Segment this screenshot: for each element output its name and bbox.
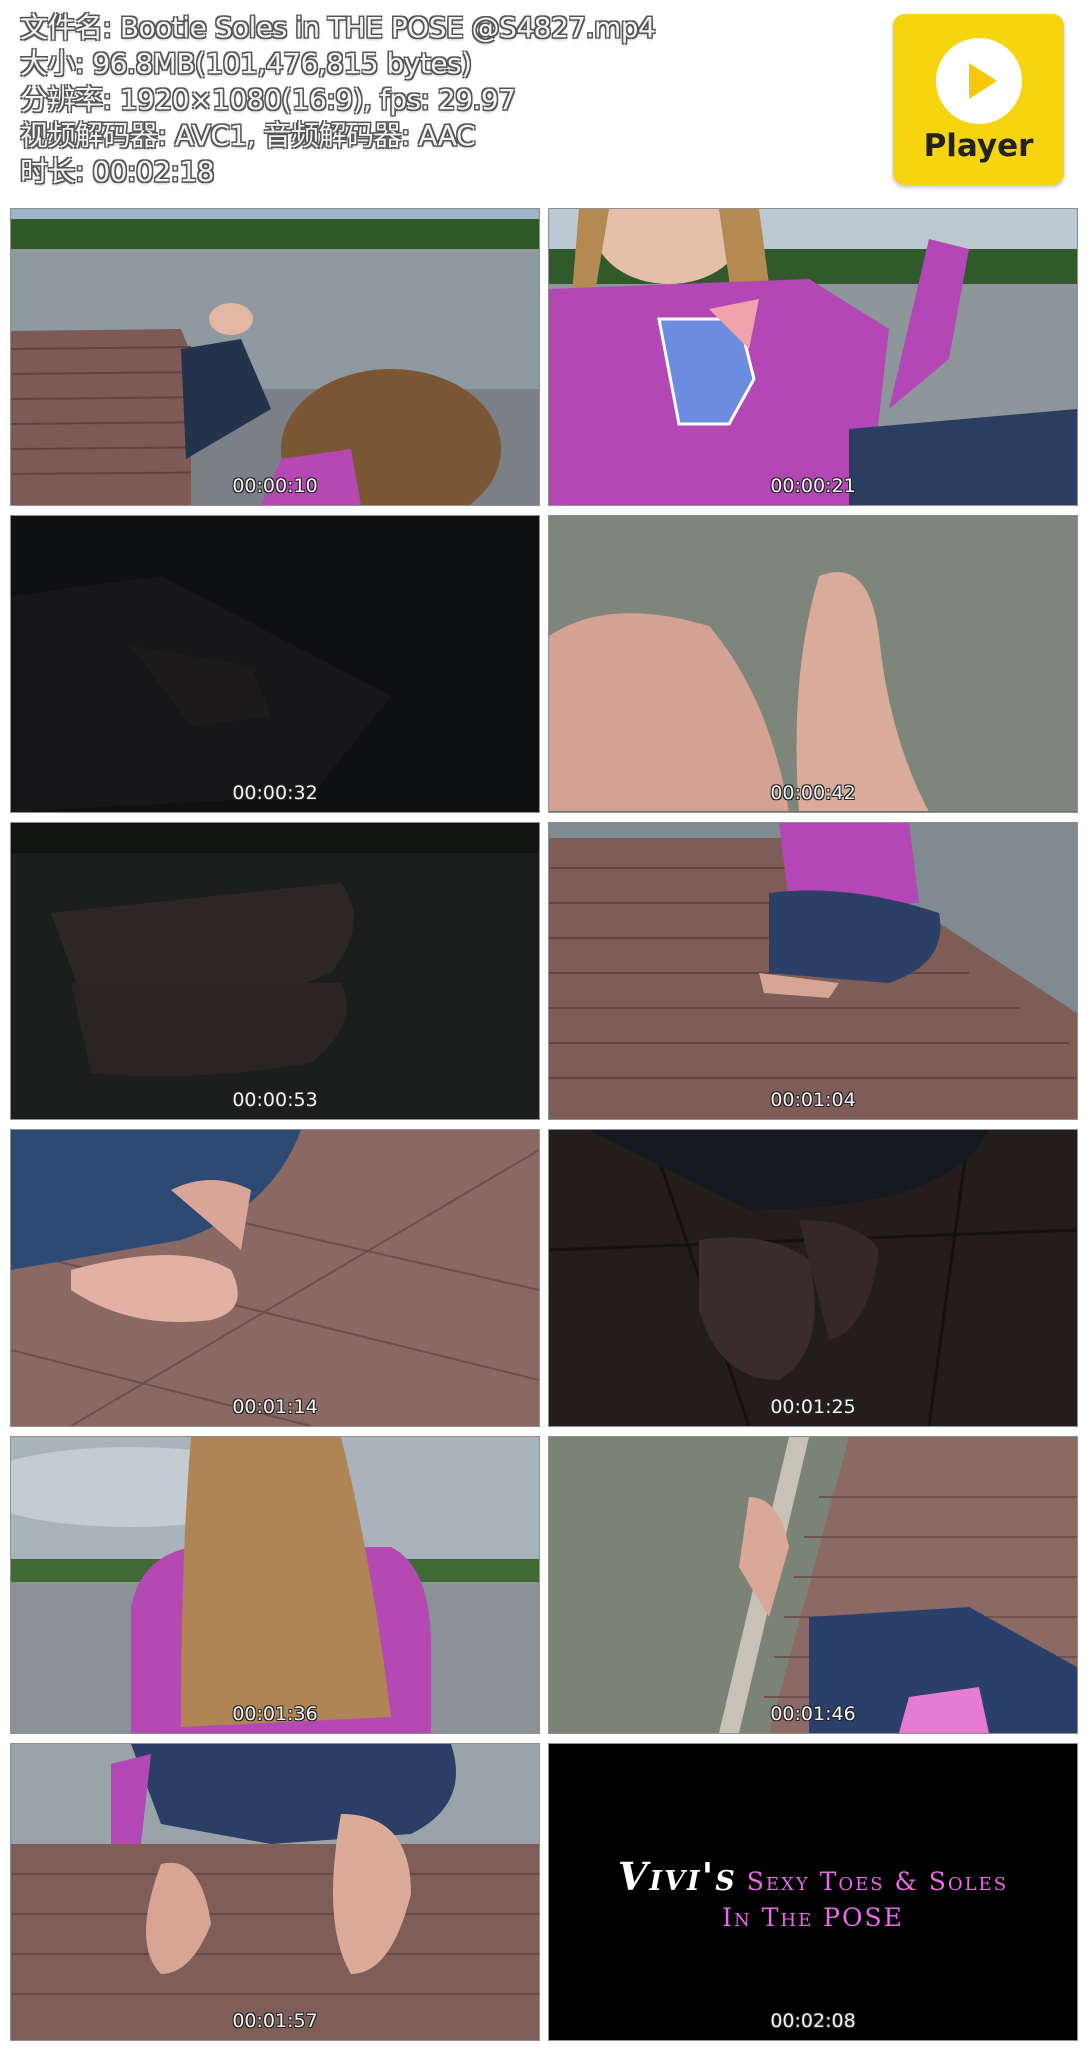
title-card: Vivi's Sexy Toes & Soles In The POSE [549,1854,1077,1932]
timestamp: 00:00:10 [232,475,318,497]
thumbnail-4[interactable]: 00:00:42 [548,515,1078,813]
title-script: Vivi's [617,1854,737,1899]
title-line-2: In The POSE [722,1903,904,1932]
timestamp: 00:00:42 [770,782,856,804]
size-line: 大小: 96.8MB(101,476,815 bytes) [20,47,472,80]
thumbnail-2-image [549,209,1077,505]
play-icon [936,38,1022,124]
timestamp: 00:01:57 [232,2010,318,2032]
thumbnail-5[interactable]: 00:00:53 [10,822,540,1120]
timestamp: 00:00:32 [232,782,318,804]
thumbnail-6-image [549,823,1077,1119]
thumbnail-11-image [11,1744,539,2040]
timestamp: 00:01:46 [770,1703,856,1725]
timestamp: 00:02:08 [770,2010,856,2032]
thumbnail-1[interactable]: 00:00:10 [10,208,540,506]
timestamp: 00:00:53 [232,1089,318,1111]
timestamp: 00:01:04 [770,1089,856,1111]
thumbnail-4-image [549,516,1077,812]
title-line-1: Sexy Toes & Soles [746,1867,1009,1896]
thumbnail-10-image [549,1437,1077,1733]
thumbnail-10[interactable]: 00:01:46 [548,1436,1078,1734]
timestamp: 00:01:36 [232,1703,318,1725]
thumbnail-1-image [11,209,539,505]
timestamp: 00:00:21 [770,475,856,497]
thumbnail-7[interactable]: 00:01:14 [10,1129,540,1427]
codec-line: 视频解码器: AVC1, 音频解码器: AAC [20,119,476,152]
thumbnail-9-image [11,1437,539,1733]
player-label: Player [923,128,1034,164]
timestamp: 00:01:14 [232,1396,318,1418]
file-info: 文件名: Bootie Soles in THE POSE @S4827.mp4… [20,10,656,190]
thumbnail-7-image [11,1130,539,1426]
thumbnail-9[interactable]: 00:01:36 [10,1436,540,1734]
thumbnail-3-image [11,516,539,812]
header: 文件名: Bootie Soles in THE POSE @S4827.mp4… [0,0,1090,205]
thumbnail-8-image [549,1130,1077,1426]
filename-line: 文件名: Bootie Soles in THE POSE @S4827.mp4 [20,11,656,44]
thumbnail-12[interactable]: Vivi's Sexy Toes & Soles In The POSE 00:0… [548,1743,1078,2041]
thumbnail-5-image [11,823,539,1119]
thumbnail-11[interactable]: 00:01:57 [10,1743,540,2041]
thumbnail-6[interactable]: 00:01:04 [548,822,1078,1120]
timestamp: 00:01:25 [770,1396,856,1418]
player-logo: Player [893,14,1064,185]
resolution-line: 分辨率: 1920×1080(16:9), fps: 29.97 [20,83,516,116]
thumbnail-2[interactable]: 00:00:21 [548,208,1078,506]
duration-line: 时长: 00:02:18 [20,155,215,188]
thumbnail-8[interactable]: 00:01:25 [548,1129,1078,1427]
thumbnail-3[interactable]: 00:00:32 [10,515,540,813]
